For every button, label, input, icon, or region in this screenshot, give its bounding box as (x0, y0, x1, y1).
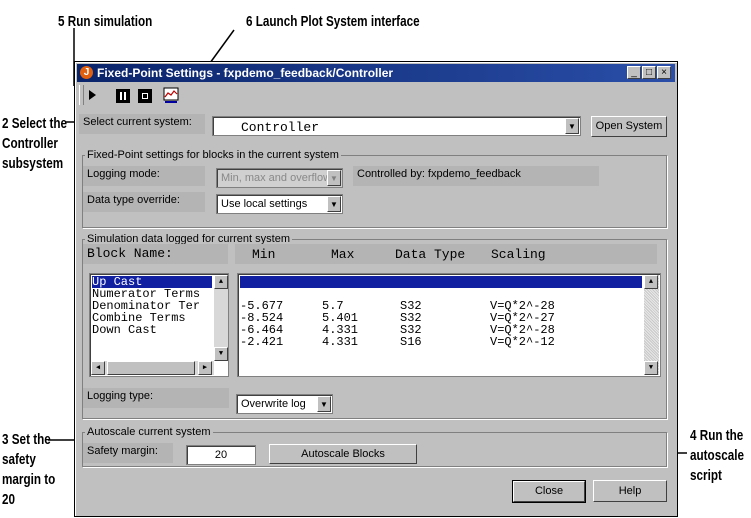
logged-data-list[interactable]: -2 4 S16 V=Q*2^-12 -5.677 5.7 S32 V=Q*2^-28 -8… (237, 273, 661, 377)
chevron-down-icon: ▼ (327, 196, 341, 212)
play-icon[interactable] (89, 90, 96, 100)
chevron-down-icon: ▼ (317, 396, 331, 412)
controlled-by-text: Controlled by: fxpdemo_feedback (353, 166, 599, 186)
column-data-type: Data Type (395, 247, 466, 262)
close-window-button[interactable]: × (657, 66, 671, 79)
logging-type-value: Overwrite log (241, 398, 306, 410)
block-name-header: Block Name: (83, 244, 228, 264)
close-button[interactable]: Close (512, 480, 586, 503)
data-type-override-dropdown[interactable]: Use local settings ▼ (216, 194, 343, 214)
help-button[interactable]: Help (593, 480, 667, 502)
open-system-button[interactable]: Open System (591, 116, 667, 137)
column-scaling: Scaling (491, 247, 546, 262)
fixed-point-settings-window: J Fixed-Point Settings - fxpdemo_feedbac… (74, 61, 678, 517)
table-row[interactable]: -2 4 S16 V=Q*2^-12 (240, 276, 642, 300)
toolbar-grip (79, 85, 84, 105)
pause-icon[interactable] (116, 89, 130, 103)
stop-icon[interactable] (138, 89, 152, 103)
logging-mode-label: Logging mode: (83, 166, 205, 186)
title-bar: J Fixed-Point Settings - fxpdemo_feedbac… (77, 64, 675, 82)
block-list-vscrollbar[interactable]: ▲ ▼ (214, 275, 228, 361)
matlab-logo-icon: J (80, 66, 93, 79)
callout-autoscale: 4 Run the autoscale script (690, 427, 744, 484)
scroll-up-icon[interactable]: ▲ (644, 275, 658, 289)
callout-safety-margin: 3 Set the safety margin to 20 (2, 431, 56, 508)
chevron-down-icon: ▼ (327, 170, 341, 186)
log-columns-header: Min Max Data Type Scaling (235, 244, 657, 264)
fixed-point-frame-title: Fixed-Point settings for blocks in the c… (85, 149, 341, 161)
scroll-thumb[interactable] (107, 361, 195, 375)
select-system-label: Select current system: (79, 114, 205, 134)
current-system-dropdown[interactable]: Controller ▼ (212, 116, 581, 136)
column-max: Max (331, 247, 355, 262)
data-type-override-value: Use local settings (221, 198, 308, 210)
block-name-list[interactable]: Up Cast Numerator Terms Denominator Ter … (89, 273, 229, 377)
safety-margin-value: 20 (214, 449, 228, 461)
logging-mode-dropdown[interactable]: Min, max and overflow ▼ (216, 168, 343, 188)
autoscale-frame-title: Autoscale current system (85, 426, 213, 438)
callout-run-simulation: 5 Run simulation (58, 13, 153, 30)
table-row[interactable]: -5.677 5.7 S32 V=Q*2^-28 (240, 288, 642, 312)
logging-type-label: Logging type: (83, 388, 229, 408)
logging-type-dropdown[interactable]: Overwrite log ▼ (236, 394, 333, 414)
table-row[interactable]: -8.524 5.401 S32 V=Q*2^-27 (240, 300, 642, 324)
safety-margin-label: Safety margin: (83, 443, 173, 463)
window-title: Fixed-Point Settings - fxpdemo_feedback/… (97, 66, 394, 80)
scroll-down-icon[interactable]: ▼ (644, 361, 658, 375)
callout-select-controller: 2 Select the Controller subsystem (2, 115, 68, 172)
list-item[interactable]: Down Cast (92, 324, 212, 336)
block-list-hscrollbar[interactable]: ◀ ▶ (91, 361, 214, 375)
autoscale-blocks-button[interactable]: Autoscale Blocks (269, 444, 417, 464)
data-list-vscrollbar[interactable]: ▲ ▼ (644, 275, 659, 375)
scroll-down-icon[interactable]: ▼ (214, 347, 228, 361)
scroll-right-icon[interactable]: ▶ (198, 361, 212, 375)
table-row[interactable]: -6.464 4.331 S32 V=Q*2^-28 (240, 312, 642, 336)
chevron-down-icon: ▼ (565, 118, 579, 134)
callout-launch-plot: 6 Launch Plot System interface (246, 13, 420, 30)
current-system-value: Controller (241, 120, 320, 135)
safety-margin-input[interactable]: 20 (186, 445, 256, 465)
plot-system-icon[interactable] (163, 87, 179, 104)
data-type-override-label: Data type override: (83, 192, 205, 212)
scroll-up-icon[interactable]: ▲ (214, 275, 228, 289)
minimize-button[interactable]: _ (627, 66, 641, 79)
maximize-button[interactable]: □ (642, 66, 656, 79)
column-min: Min (252, 247, 276, 262)
table-row[interactable]: -2.421 4.331 S16 V=Q*2^-12 (240, 324, 642, 348)
scroll-left-icon[interactable]: ◀ (91, 361, 105, 375)
logging-mode-value: Min, max and overflow (221, 172, 332, 184)
